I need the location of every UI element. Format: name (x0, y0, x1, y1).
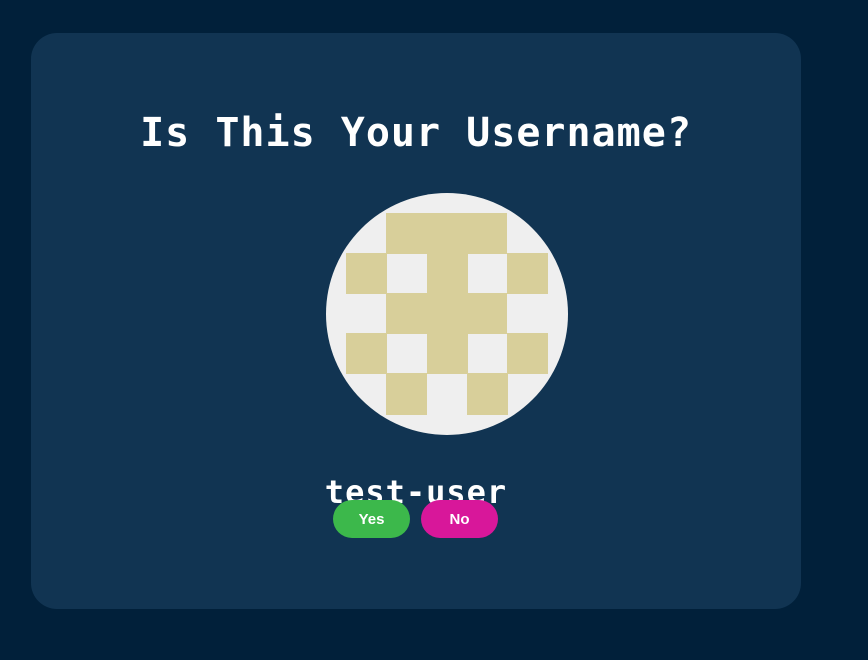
username-text: test-user (324, 473, 508, 511)
yes-button[interactable]: Yes (333, 500, 410, 538)
page: Is This Your Username? test-user Yes No (0, 0, 868, 660)
avatar (326, 193, 568, 435)
username-confirm-card: Is This Your Username? test-user (31, 33, 801, 609)
identicon-icon (346, 213, 548, 415)
no-button[interactable]: No (421, 500, 498, 538)
page-title: Is This Your Username? (140, 110, 692, 156)
